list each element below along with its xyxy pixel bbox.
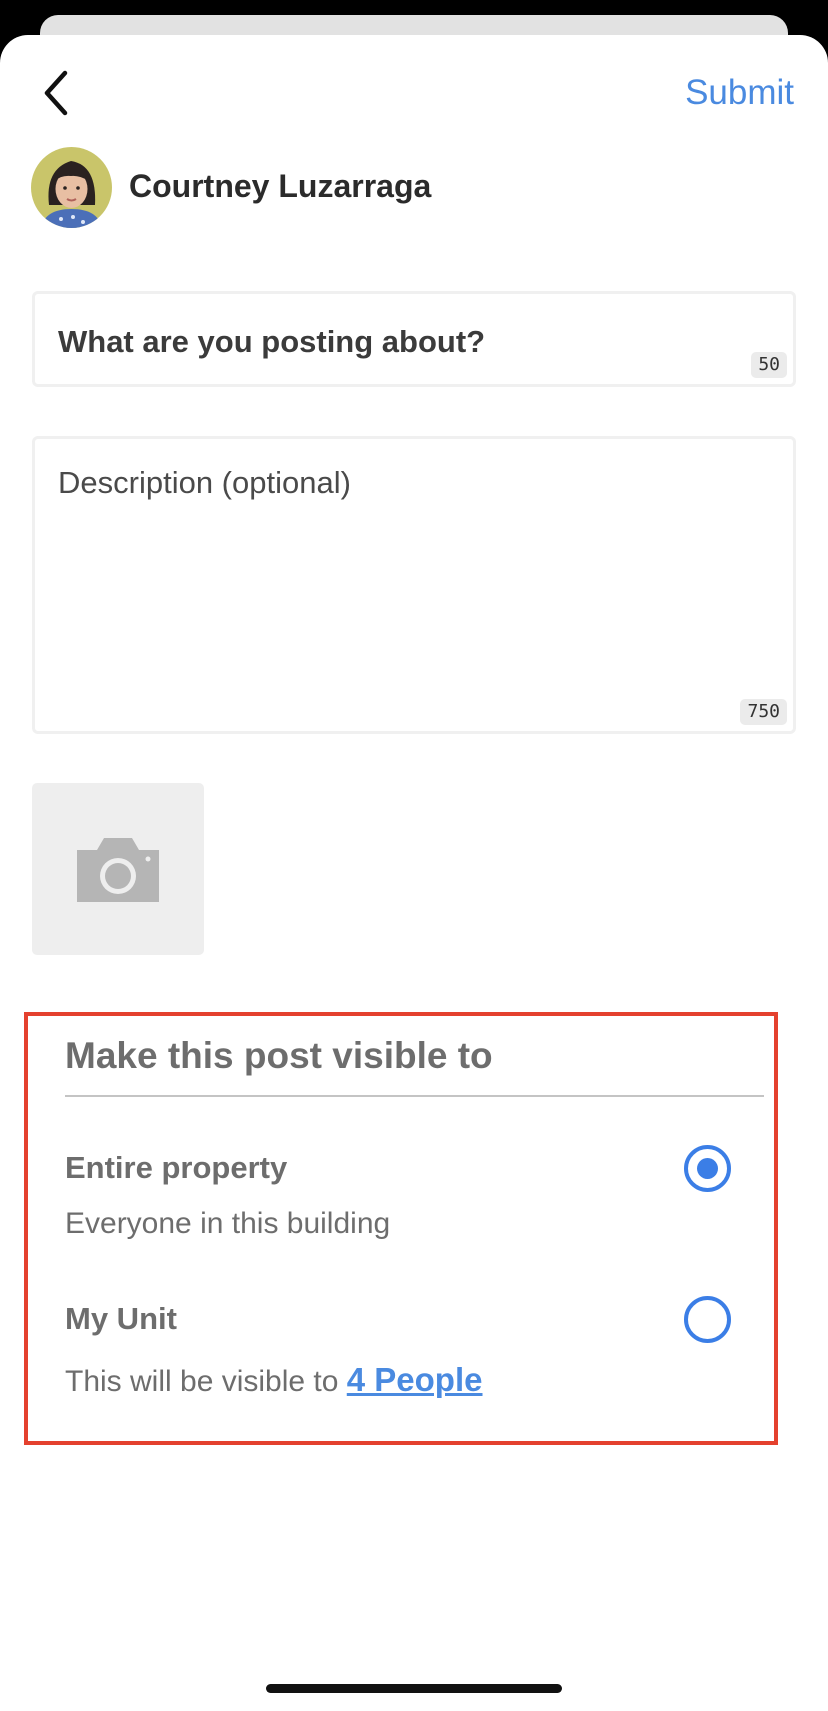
camera-icon xyxy=(77,838,159,902)
description-char-counter: 750 xyxy=(740,699,787,725)
description-input[interactable]: Description (optional) 750 xyxy=(32,436,796,734)
radio-selected-dot xyxy=(697,1158,718,1179)
description-placeholder: Description (optional) xyxy=(58,465,351,500)
visibility-heading: Make this post visible to xyxy=(65,1035,493,1076)
add-photo-button[interactable] xyxy=(32,783,204,955)
avatar[interactable] xyxy=(31,147,112,228)
option-my-unit-label[interactable]: My Unit xyxy=(65,1299,177,1339)
chevron-left-icon xyxy=(44,70,68,116)
option-entire-property-description: Everyone in this building xyxy=(65,1207,391,1240)
my-unit-radio[interactable] xyxy=(684,1296,731,1343)
entire-property-radio[interactable] xyxy=(684,1145,731,1192)
my-unit-description-prefix: This will be visible to xyxy=(65,1365,347,1398)
title-input[interactable]: What are you posting about? 50 xyxy=(32,291,796,387)
visibility-divider xyxy=(65,1095,764,1097)
back-button[interactable] xyxy=(34,68,78,118)
option-entire-property-label[interactable]: Entire property xyxy=(65,1148,287,1188)
user-name: Courtney Luzarraga xyxy=(129,168,432,204)
option-my-unit-description: This will be visible to 4 People xyxy=(65,1360,483,1402)
title-char-counter: 50 xyxy=(751,352,787,378)
submit-button[interactable]: Submit xyxy=(685,68,794,118)
title-placeholder: What are you posting about? xyxy=(58,324,486,359)
home-indicator xyxy=(266,1684,562,1693)
people-count-link[interactable]: 4 People xyxy=(347,1361,483,1398)
